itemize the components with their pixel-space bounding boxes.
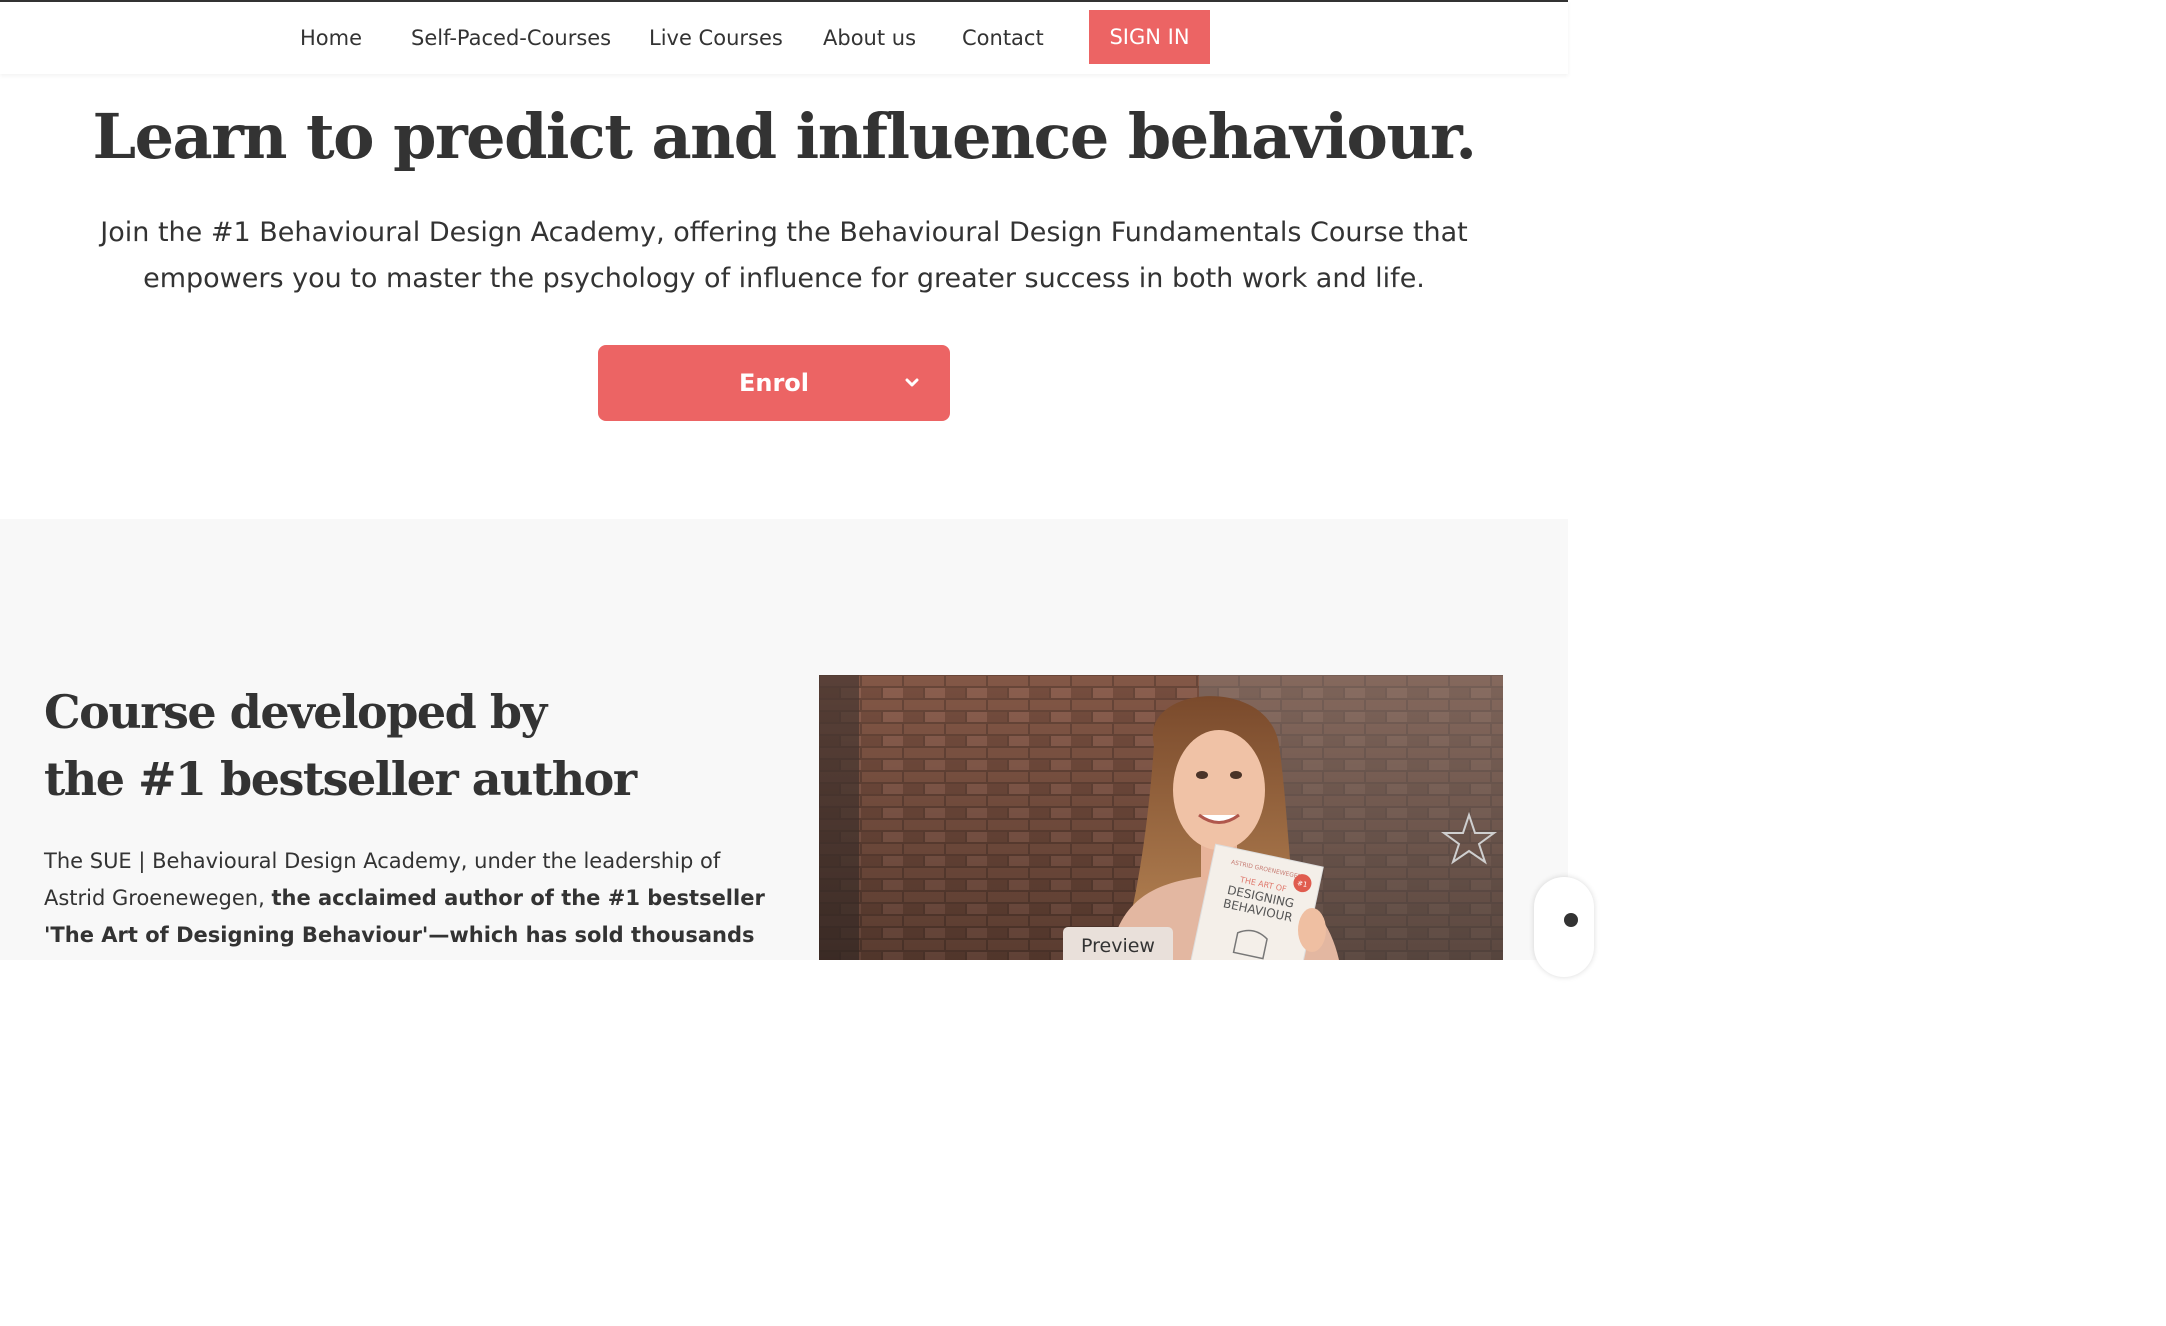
author-description-line: The SUE | Behavioural Design Academy, un… [44, 849, 721, 873]
sign-in-button[interactable]: SIGN IN [1089, 10, 1210, 64]
author-description-text: Astrid Groenewegen, [44, 886, 272, 910]
chat-widget-button[interactable] [1534, 877, 1594, 977]
author-description: The SUE | Behavioural Design Academy, un… [44, 843, 765, 954]
nav-self-paced-courses-link[interactable]: Self-Paced-Courses [411, 26, 611, 50]
author-description-line: Astrid Groenewegen, the acclaimed author… [44, 880, 765, 917]
author-photo-image: ASTRID GROENEWEGEN THE ART OF DESIGNING … [819, 675, 1503, 960]
author-photo: ASTRID GROENEWEGEN THE ART OF DESIGNING … [819, 675, 1503, 960]
nav-contact-link[interactable]: Contact [962, 26, 1044, 50]
author-title-line: Course developed by [44, 685, 547, 739]
chevron-down-icon [905, 378, 919, 387]
author-section-title: Course developed by the #1 bestseller au… [44, 679, 764, 813]
hero-title: Learn to predict and influence behaviour… [92, 100, 1478, 173]
chat-icon [1564, 913, 1578, 927]
author-title-line: the #1 bestseller author [44, 752, 637, 806]
top-navigation: Home Self-Paced-Courses Live Courses Abo… [0, 0, 1568, 74]
nav-home-link[interactable]: Home [300, 26, 362, 50]
author-description-line: 'The Art of Designing Behaviour'—which h… [44, 917, 764, 954]
hero-subtitle-line: empowers you to master the psychology of… [143, 263, 1425, 294]
hero-subtitle: Join the #1 Behavioural Design Academy, … [84, 210, 1484, 302]
author-description-bold: the acclaimed author of the #1 bestselle… [271, 886, 765, 910]
enrol-button[interactable]: Enrol [598, 345, 950, 421]
hero-section: Learn to predict and influence behaviour… [0, 74, 1568, 519]
nav-about-us-link[interactable]: About us [823, 26, 916, 50]
nav-live-courses-link[interactable]: Live Courses [649, 26, 783, 50]
author-description-bold: 'The Art of Designing Behaviour'—which h… [44, 923, 755, 947]
hero-subtitle-line: Join the #1 Behavioural Design Academy, … [100, 217, 1468, 248]
preview-button[interactable]: Preview [1063, 927, 1173, 960]
author-section: Course developed by the #1 bestseller au… [0, 519, 1594, 977]
enrol-label: Enrol [738, 369, 810, 397]
